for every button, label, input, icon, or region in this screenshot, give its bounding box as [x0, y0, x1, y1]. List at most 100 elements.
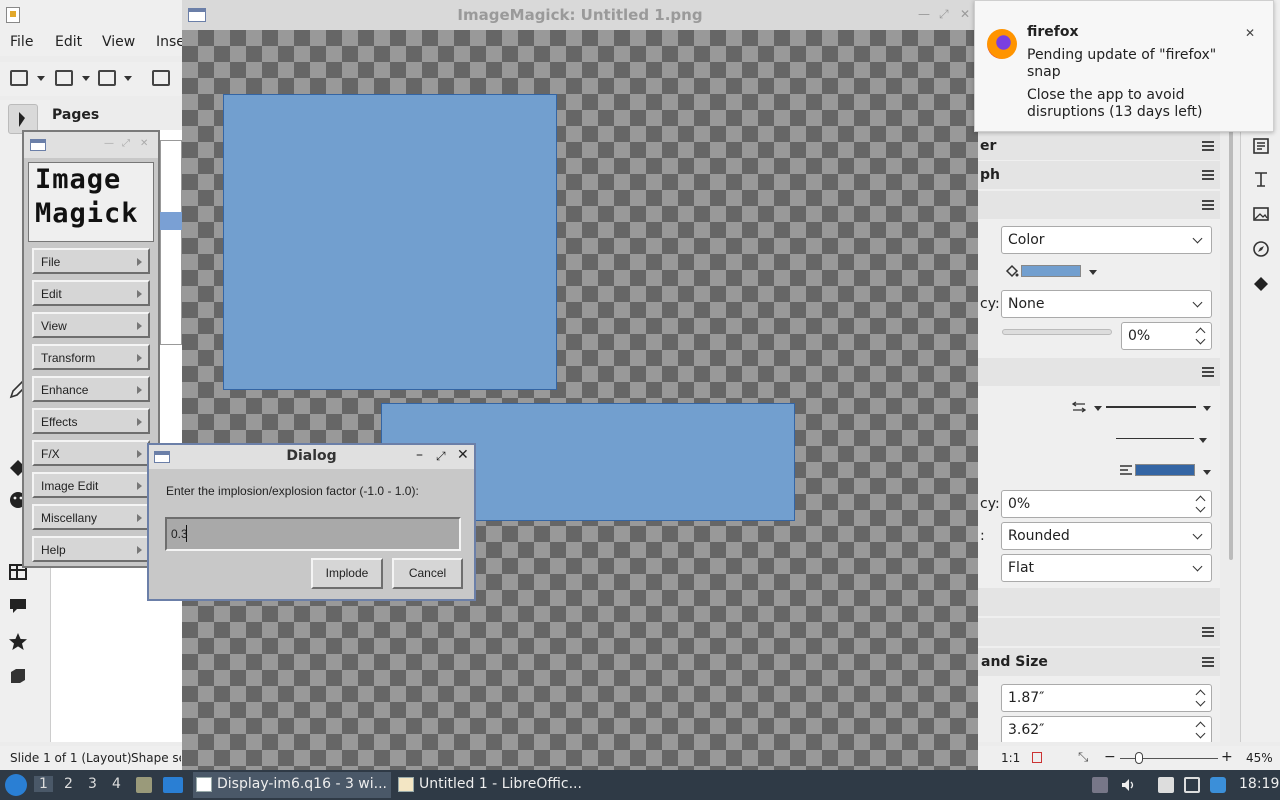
menu-icon[interactable] — [1202, 200, 1214, 210]
show-desktop-icon[interactable] — [163, 777, 183, 793]
gallery-icon[interactable] — [1252, 205, 1270, 223]
maximize-icon[interactable]: ⤢ — [122, 138, 130, 149]
menu-icon[interactable] — [1202, 657, 1214, 667]
menu-view-button[interactable]: View — [32, 312, 150, 338]
3d-object-icon[interactable] — [8, 666, 28, 686]
maximize-icon[interactable]: ⤢ — [436, 449, 446, 464]
display-icon[interactable] — [1184, 777, 1200, 793]
slide-thumbnail[interactable] — [160, 140, 182, 345]
tray-app-icon[interactable] — [1092, 777, 1108, 793]
task-libreoffice[interactable]: Untitled 1 - LibreOffic... — [395, 772, 593, 798]
chevron-down-icon[interactable] — [1094, 406, 1102, 411]
task-imagemagick[interactable]: Display-im6.q16 - 3 wi... — [193, 772, 391, 798]
close-icon[interactable]: ✕ — [960, 7, 970, 21]
menu-icon[interactable] — [1202, 141, 1214, 151]
spin-down-icon[interactable] — [1195, 728, 1206, 739]
fit-slide-icon[interactable]: ⤡ — [1078, 750, 1088, 765]
line-style-preview[interactable] — [1106, 406, 1196, 408]
menu-insert[interactable]: Inse — [156, 34, 185, 50]
sidebar-header-character: er — [978, 132, 1220, 160]
transparency-mode-select[interactable]: None — [1001, 290, 1212, 318]
cancel-button[interactable]: Cancel — [392, 558, 463, 589]
zoom-percent[interactable]: 45% — [1246, 751, 1273, 765]
open-folder-icon[interactable] — [55, 70, 73, 86]
fill-color-swatch[interactable] — [1021, 265, 1081, 277]
menu-image-edit-button[interactable]: Image Edit — [32, 472, 150, 498]
line-width-preview[interactable] — [1116, 438, 1194, 439]
line-transparency-spin[interactable]: 0% — [1001, 490, 1212, 518]
menu-fx-button[interactable]: F/X — [32, 440, 150, 466]
save-icon[interactable] — [98, 70, 116, 86]
menu-enhance-button[interactable]: Enhance — [32, 376, 150, 402]
submenu-arrow-icon — [137, 514, 142, 522]
document-modified-icon — [1032, 752, 1042, 763]
volume-icon[interactable] — [1120, 777, 1136, 793]
styles-icon[interactable] — [1252, 170, 1270, 188]
image-canvas[interactable] — [182, 30, 978, 770]
export-icon[interactable] — [152, 70, 170, 86]
slide-layout-icon[interactable] — [10, 70, 28, 86]
cap-style-select[interactable]: Flat — [1001, 554, 1212, 582]
line-color-swatch[interactable] — [1135, 464, 1195, 476]
corner-style-select[interactable]: Rounded — [1001, 522, 1212, 550]
height-spin[interactable]: 3.62″ — [1001, 716, 1212, 742]
fill-type-select[interactable]: Color — [1001, 226, 1212, 254]
chevron-down-icon[interactable] — [1203, 406, 1211, 411]
imagemagick-window: ImageMagick: Untitled 1.png — ⤢ ✕ — [182, 0, 978, 770]
arrow-style-icon[interactable] — [1072, 401, 1086, 413]
menu-icon[interactable] — [1202, 367, 1214, 377]
chevron-down-icon[interactable] — [1199, 438, 1207, 443]
shapes-icon[interactable] — [1252, 275, 1270, 293]
update-notifier-icon[interactable] — [1210, 777, 1226, 793]
update-notification[interactable]: firefox Pending update of "firefox" snap… — [974, 0, 1274, 132]
menu-file-button[interactable]: File — [32, 248, 150, 274]
width-spin[interactable]: 1.87″ — [1001, 684, 1212, 712]
close-icon[interactable]: ✕ — [1245, 26, 1255, 40]
implosion-factor-input[interactable]: 0.3 — [165, 517, 461, 551]
spin-down-icon[interactable] — [1195, 696, 1206, 707]
zoom-slider-thumb[interactable] — [1135, 752, 1143, 764]
chevron-down-icon[interactable] — [1203, 470, 1211, 475]
close-icon[interactable]: ✕ — [457, 447, 469, 463]
zoom-out-button[interactable]: − — [1104, 749, 1116, 765]
chevron-down-icon[interactable] — [82, 76, 90, 81]
transparency-percent-spin[interactable]: 0% — [1121, 322, 1212, 350]
start-menu-icon[interactable] — [5, 774, 27, 796]
menu-miscellany-button[interactable]: Miscellany — [32, 504, 150, 530]
clock[interactable]: 18:19 — [1239, 776, 1279, 792]
file-manager-icon[interactable] — [136, 777, 152, 793]
minimize-icon[interactable]: — — [918, 7, 930, 21]
workspace-2[interactable]: 2 — [64, 776, 73, 792]
menu-effects-button[interactable]: Effects — [32, 408, 150, 434]
spin-down-icon[interactable] — [1195, 334, 1206, 345]
maximize-icon[interactable]: ⤢ — [939, 7, 949, 22]
minimize-icon[interactable]: – — [416, 447, 423, 463]
chevron-down-icon[interactable] — [37, 76, 45, 81]
workspace-4[interactable]: 4 — [112, 776, 121, 792]
transparency-slider[interactable] — [1002, 329, 1112, 335]
menu-icon[interactable] — [1202, 627, 1214, 637]
menu-edit-button[interactable]: Edit — [32, 280, 150, 306]
navigator-icon[interactable] — [1252, 240, 1270, 258]
sidebar-scrollbar[interactable] — [1226, 130, 1236, 560]
workspace-1[interactable]: 1 — [34, 776, 53, 792]
workspace-3[interactable]: 3 — [88, 776, 97, 792]
chevron-down-icon[interactable] — [1089, 270, 1097, 275]
menu-edit[interactable]: Edit — [55, 34, 82, 50]
window-icon — [30, 139, 46, 151]
callout-icon[interactable] — [8, 596, 28, 616]
menu-file[interactable]: File — [10, 34, 33, 50]
spin-down-icon[interactable] — [1195, 502, 1206, 513]
implode-button[interactable]: Implode — [311, 558, 383, 589]
zoom-in-button[interactable]: + — [1221, 749, 1233, 765]
minimize-icon[interactable]: — — [104, 138, 114, 149]
properties-icon[interactable] — [1252, 137, 1270, 155]
chevron-down-icon[interactable] — [124, 76, 132, 81]
menu-transform-button[interactable]: Transform — [32, 344, 150, 370]
close-icon[interactable]: ✕ — [140, 138, 148, 149]
menu-icon[interactable] — [1202, 170, 1214, 180]
star-icon[interactable] — [8, 632, 28, 652]
menu-view[interactable]: View — [102, 34, 135, 50]
menu-help-button[interactable]: Help — [32, 536, 150, 562]
clipboard-icon[interactable] — [1158, 777, 1174, 793]
